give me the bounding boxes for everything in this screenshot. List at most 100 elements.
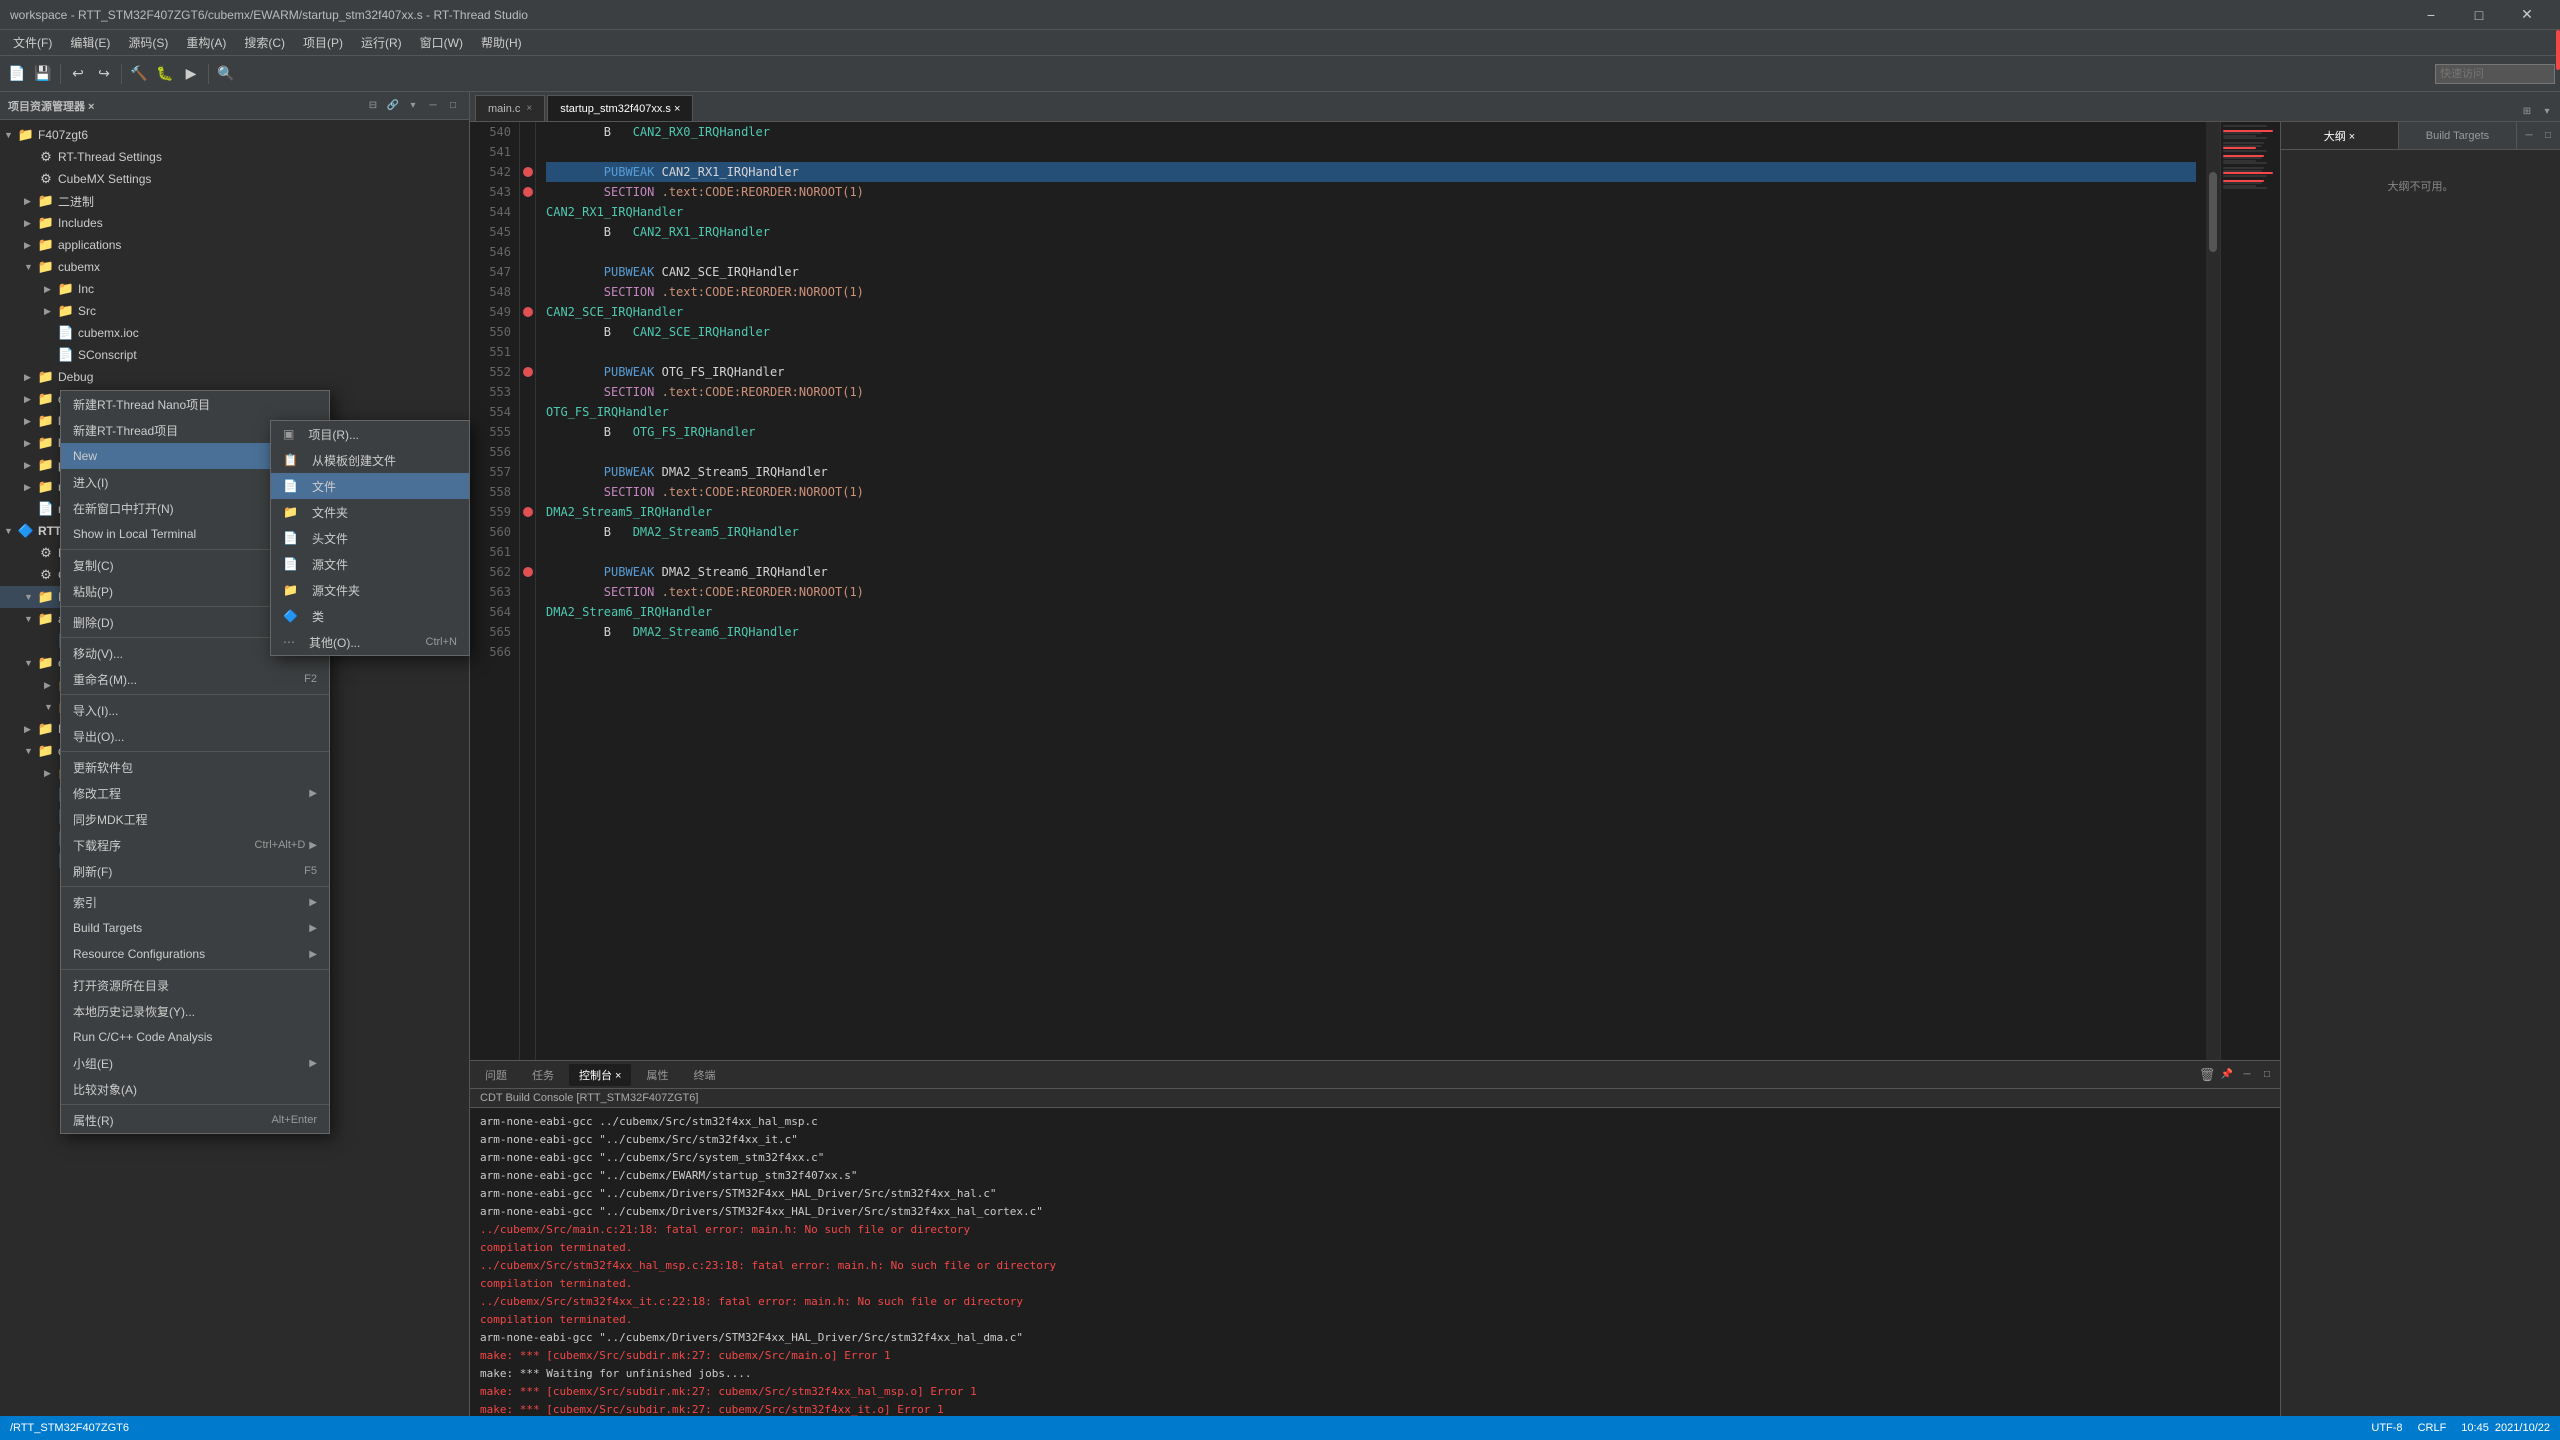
pin-console-icon[interactable]: 📌 bbox=[2219, 1067, 2235, 1083]
tab-properties[interactable]: 属性 bbox=[636, 1064, 678, 1086]
ctx-refresh[interactable]: 刷新(F) F5 bbox=[61, 858, 329, 884]
new-source-folder-item[interactable]: 📁 源文件夹 bbox=[271, 577, 469, 603]
panel-menu-icon[interactable]: ▾ bbox=[405, 98, 421, 114]
ctx-download[interactable]: 下载程序 Ctrl+Alt+D ▶ bbox=[61, 832, 329, 858]
ctx-build-targets[interactable]: Build Targets ▶ bbox=[61, 915, 329, 941]
tree-label: cubemx.ioc bbox=[78, 326, 139, 340]
editor-area[interactable]: 540541542543 544545546547 548549550551 5… bbox=[470, 122, 2280, 1440]
new-folder-item[interactable]: 📁 文件夹 bbox=[271, 499, 469, 525]
tab-startup[interactable]: startup_stm32f407xx.s × bbox=[547, 95, 693, 121]
clear-console-icon[interactable]: 🗑 bbox=[2199, 1067, 2215, 1083]
run-btn[interactable]: ▶ bbox=[179, 62, 203, 86]
ctx-label: Resource Configurations bbox=[73, 947, 205, 961]
tab-tasks[interactable]: 任务 bbox=[522, 1064, 564, 1086]
ctx-rename[interactable]: 重命名(M)... F2 bbox=[61, 666, 329, 692]
link-editor-icon[interactable]: 🔗 bbox=[385, 98, 401, 114]
new-file-item[interactable]: 📄 文件 bbox=[271, 473, 469, 499]
ctx-team[interactable]: 小组(E) ▶ bbox=[61, 1050, 329, 1076]
new-submenu: ▣ 项目(R)... 📋 从模板创建文件 📄 文件 📁 文件夹 📄 头文件 📄 … bbox=[270, 420, 470, 656]
ctx-index[interactable]: 索引 ▶ bbox=[61, 889, 329, 915]
ctx-new-nano-project[interactable]: 新建RT-Thread Nano项目 bbox=[61, 391, 329, 417]
rs-maximize-icon[interactable]: □ bbox=[2540, 128, 2556, 144]
minimize-button[interactable]: − bbox=[2408, 0, 2454, 30]
tree-item-f407zgt6[interactable]: ▼ 📁 F407zgt6 bbox=[0, 124, 469, 146]
editor-menu-icon[interactable]: ▾ bbox=[2539, 103, 2555, 119]
tree-item-debug-1[interactable]: ▶ 📁 Debug bbox=[0, 366, 469, 388]
ctx-import[interactable]: 导入(I)... bbox=[61, 697, 329, 723]
tree-item-inc-1[interactable]: ▶ 📁 Inc bbox=[0, 278, 469, 300]
ctx-sync-mdk[interactable]: 同步MDK工程 bbox=[61, 806, 329, 832]
menu-project[interactable]: 项目(P) bbox=[295, 31, 351, 54]
menu-search[interactable]: 搜索(C) bbox=[236, 31, 293, 54]
tree-item-cubemx-ioc[interactable]: 📄 cubemx.ioc bbox=[0, 322, 469, 344]
console-minimize-icon[interactable]: ─ bbox=[2239, 1067, 2255, 1083]
new-from-template-item[interactable]: 📋 从模板创建文件 bbox=[271, 447, 469, 473]
debug-btn[interactable]: 🐛 bbox=[153, 62, 177, 86]
editor-scrollbar[interactable] bbox=[2206, 122, 2220, 1060]
code-content[interactable]: B CAN2_RX0_IRQHandler PUBWEAK CAN2_RX1_I… bbox=[536, 122, 2206, 1060]
menu-window[interactable]: 窗口(W) bbox=[412, 31, 471, 54]
save-btn[interactable]: 💾 bbox=[31, 62, 55, 86]
menu-run[interactable]: 运行(R) bbox=[353, 31, 410, 54]
minimize-panel-icon[interactable]: ─ bbox=[425, 98, 441, 114]
menu-source[interactable]: 源码(S) bbox=[120, 31, 176, 54]
ctx-modify-project[interactable]: 修改工程 ▶ bbox=[61, 780, 329, 806]
tree-item-src-1[interactable]: ▶ 📁 Src bbox=[0, 300, 469, 322]
tab-console[interactable]: 控制台 × bbox=[569, 1064, 631, 1086]
tree-item-includes-1[interactable]: ▶ 📁 Includes bbox=[0, 212, 469, 234]
outline-content: 大纲不可用。 bbox=[2281, 150, 2560, 1440]
console-content[interactable]: arm-none-eabi-gcc ../cubemx/Src/stm32f4x… bbox=[470, 1108, 2280, 1440]
ctx-resource-configs[interactable]: Resource Configurations ▶ bbox=[61, 941, 329, 967]
redo-btn[interactable]: ↪ bbox=[92, 62, 116, 86]
tab-problems[interactable]: 问题 bbox=[475, 1064, 517, 1086]
ctx-export[interactable]: 导出(O)... bbox=[61, 723, 329, 749]
menu-file[interactable]: 文件(F) bbox=[5, 31, 60, 54]
rs-minimize-icon[interactable]: ─ bbox=[2521, 128, 2537, 144]
tab-terminal[interactable]: 终端 bbox=[683, 1064, 725, 1086]
title-bar: workspace - RTT_STM32F407ZGT6/cubemx/EWA… bbox=[0, 0, 2560, 30]
new-project-item[interactable]: ▣ 项目(R)... bbox=[271, 421, 469, 447]
rs-tab-outline[interactable]: 大纲 × bbox=[2281, 122, 2399, 149]
quick-access-input[interactable] bbox=[2435, 64, 2555, 84]
close-button[interactable]: ✕ bbox=[2504, 0, 2550, 30]
other-icon-sm: ⋯ bbox=[283, 635, 295, 649]
maximize-button[interactable]: □ bbox=[2456, 0, 2502, 30]
build-btn[interactable]: 🔨 bbox=[127, 62, 151, 86]
maximize-panel-icon[interactable]: □ bbox=[445, 98, 461, 114]
tree-item-sconscript-1[interactable]: 📄 SConscript bbox=[0, 344, 469, 366]
ctx-update-packages[interactable]: 更新软件包 bbox=[61, 754, 329, 780]
split-editor-icon[interactable]: ⊞ bbox=[2519, 103, 2535, 119]
window-controls: − □ ✕ bbox=[2408, 0, 2550, 30]
ctx-open-resource-dir[interactable]: 打开资源所在目录 bbox=[61, 972, 329, 998]
tree-item-cubemx-settings-1[interactable]: ⚙ CubeMX Settings bbox=[0, 168, 469, 190]
new-header-item[interactable]: 📄 头文件 bbox=[271, 525, 469, 551]
console-maximize-icon[interactable]: □ bbox=[2259, 1067, 2275, 1083]
tab-close-icon[interactable]: × bbox=[526, 103, 532, 114]
scrollbar-thumb[interactable] bbox=[2209, 172, 2217, 252]
ctx-local-history[interactable]: 本地历史记录恢复(Y)... bbox=[61, 998, 329, 1024]
ctx-shortcut: Alt+Enter bbox=[271, 1114, 317, 1126]
tree-item-binary[interactable]: ▶ 📁 二进制 bbox=[0, 190, 469, 212]
ctx-label: 源文件 bbox=[312, 556, 348, 573]
new-source-item[interactable]: 📄 源文件 bbox=[271, 551, 469, 577]
ctx-properties[interactable]: 属性(R) Alt+Enter bbox=[61, 1107, 329, 1133]
menu-help[interactable]: 帮助(H) bbox=[473, 31, 530, 54]
rs-tab-build-targets[interactable]: Build Targets bbox=[2399, 122, 2517, 149]
tab-main-c[interactable]: main.c × bbox=[475, 95, 545, 121]
tree-label: Debug bbox=[58, 370, 93, 384]
tree-item-applications-1[interactable]: ▶ 📁 applications bbox=[0, 234, 469, 256]
search-btn[interactable]: 🔍 bbox=[214, 62, 238, 86]
ctx-run-code-analysis[interactable]: Run C/C++ Code Analysis bbox=[61, 1024, 329, 1050]
menu-refactor[interactable]: 重构(A) bbox=[178, 31, 234, 54]
menu-edit[interactable]: 编辑(E) bbox=[62, 31, 118, 54]
collapse-all-icon[interactable]: ⊟ bbox=[365, 98, 381, 114]
tree-item-cubemx-1[interactable]: ▼ 📁 cubemx bbox=[0, 256, 469, 278]
folder-icon: 📁 bbox=[38, 413, 54, 429]
expand-arrow: ▼ bbox=[24, 746, 38, 756]
ctx-compare[interactable]: 比较对象(A) bbox=[61, 1076, 329, 1102]
undo-btn[interactable]: ↩ bbox=[66, 62, 90, 86]
new-other-item[interactable]: ⋯ 其他(O)... Ctrl+N bbox=[271, 629, 469, 655]
new-class-item[interactable]: 🔷 类 bbox=[271, 603, 469, 629]
new-btn[interactable]: 📄 bbox=[5, 62, 29, 86]
tree-item-rt-settings-1[interactable]: ⚙ RT-Thread Settings bbox=[0, 146, 469, 168]
